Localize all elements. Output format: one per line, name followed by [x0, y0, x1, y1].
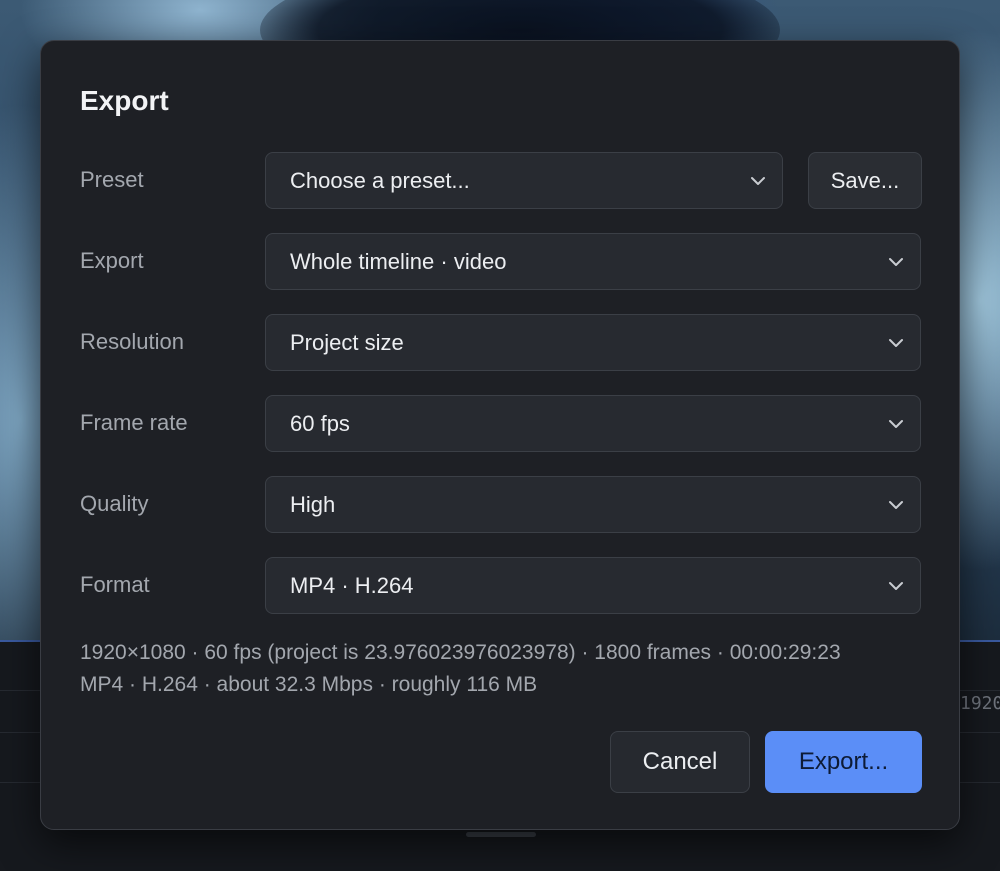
dialog-title: Export — [80, 85, 169, 116]
quality-label: Quality — [80, 491, 149, 516]
chevron-down-icon — [889, 420, 903, 428]
cancel-button[interactable]: Cancel — [610, 731, 750, 793]
preset-select[interactable]: Choose a preset... — [265, 152, 783, 209]
chevron-down-icon — [889, 258, 903, 266]
preset-select-value: Choose a preset... — [290, 168, 470, 193]
export-button[interactable]: Export... — [765, 731, 922, 793]
resolution-select[interactable]: Project size — [265, 314, 921, 371]
format-select[interactable]: MP4 · H.264 — [265, 557, 921, 614]
export-summary-line: MP4 · H.264 · about 32.3 Mbps · roughly … — [80, 673, 538, 696]
resolution-select-value: Project size — [290, 330, 404, 355]
frame-rate-select[interactable]: 60 fps — [265, 395, 921, 452]
frame-rate-select-value: 60 fps — [290, 411, 350, 436]
chevron-down-icon — [889, 339, 903, 347]
timeline-scroll-handle[interactable] — [466, 832, 536, 837]
export-dialog: Export Preset Choose a preset... Save...… — [40, 40, 960, 830]
save-preset-button[interactable]: Save... — [808, 152, 922, 209]
export-range-select-value: Whole timeline · video — [290, 249, 507, 274]
resolution-label: Resolution — [80, 329, 184, 354]
timeline-resolution-readout: 1920× — [960, 693, 1000, 714]
export-range-label: Export — [80, 248, 144, 273]
chevron-down-icon — [889, 501, 903, 509]
quality-select[interactable]: High — [265, 476, 921, 533]
frame-rate-label: Frame rate — [80, 410, 188, 435]
quality-select-value: High — [290, 492, 336, 517]
export-range-select[interactable]: Whole timeline · video — [265, 233, 921, 290]
format-label: Format — [80, 572, 150, 597]
export-summary-line: 1920×1080 · 60 fps (project is 23.976023… — [80, 641, 841, 664]
chevron-down-icon — [751, 177, 765, 185]
chevron-down-icon — [889, 582, 903, 590]
preset-label: Preset — [80, 167, 144, 192]
format-select-value: MP4 · H.264 — [290, 573, 414, 598]
